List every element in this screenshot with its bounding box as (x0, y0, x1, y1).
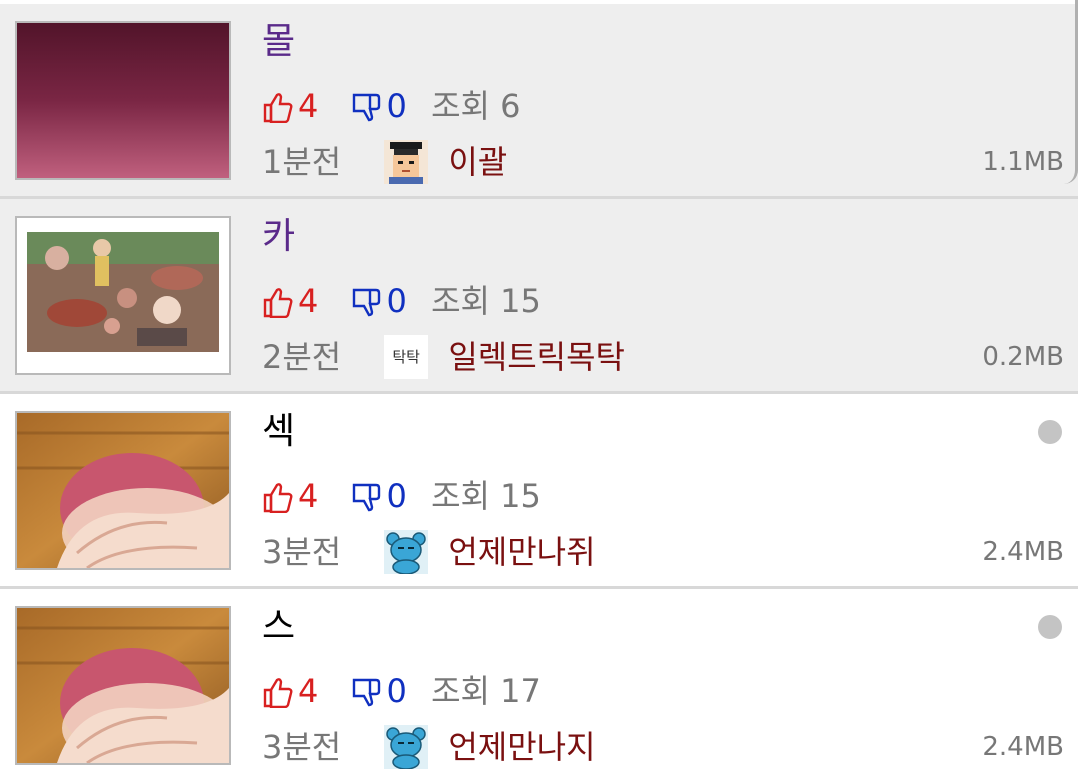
post-stats: 4 0 조회 15 (262, 277, 541, 321)
thumbs-down-icon (351, 675, 383, 707)
view-count: 조회 6 (431, 87, 521, 125)
thumbs-down-icon (351, 285, 383, 317)
post-stats: 4 0 조회 6 (262, 82, 520, 126)
author-name[interactable]: 언제만나쥐 (448, 528, 595, 576)
graduate-avatar-icon (384, 140, 429, 184)
dislike-count: 0 (386, 282, 407, 320)
list-item[interactable]: 카 4 0 조회 15 2분전 탁탁 일렉트릭목탁 0.2MB (0, 199, 1078, 391)
unread-indicator (1038, 615, 1062, 639)
post-time: 3분전 (262, 533, 342, 571)
list-item[interactable]: 스 4 0 조회 17 3분전 언제만나지 2.4MB (0, 589, 1078, 781)
list-item[interactable]: 섹 4 0 조회 15 3분전 언제만나쥐 2.4MB (0, 394, 1078, 586)
blue-bear-avatar-icon (383, 529, 430, 575)
file-size: 2.4MB (982, 537, 1064, 567)
thumbnail-image (15, 606, 231, 765)
author-name[interactable]: 언제만나지 (448, 723, 595, 771)
author-name[interactable]: 이괄 (448, 138, 507, 186)
unread-indicator (1038, 420, 1062, 444)
view-count: 조회 17 (431, 672, 541, 710)
thumbs-up-icon (262, 90, 294, 124)
post-title: 섹 (262, 411, 296, 452)
thumbs-up-icon (262, 285, 294, 319)
scrollbar-edge (1064, 0, 1078, 184)
like-count: 4 (298, 87, 319, 125)
list-item[interactable]: 몰 4 0 조회 6 1분전 이괄 1.1MB (0, 4, 1078, 196)
like-count: 4 (298, 672, 319, 710)
post-time: 1분전 (262, 143, 342, 181)
text-avatar-icon: 탁탁 (384, 335, 429, 379)
thumbs-down-icon (351, 480, 383, 512)
file-size: 0.2MB (982, 342, 1064, 372)
post-meta: 3분전 언제만나지 (262, 721, 596, 771)
like-count: 4 (298, 282, 319, 320)
post-list: 몰 4 0 조회 6 1분전 이괄 1.1MB 카 4 0 조회 15 2분전 … (0, 0, 1078, 781)
post-title: 몰 (262, 21, 296, 62)
dislike-count: 0 (386, 87, 407, 125)
thumbs-up-icon (262, 675, 294, 709)
post-meta: 2분전 탁탁 일렉트릭목탁 (262, 331, 625, 379)
author-name[interactable]: 일렉트릭목탁 (448, 333, 625, 381)
thumbnail-image (15, 411, 231, 570)
post-title: 스 (262, 606, 296, 647)
post-title: 카 (262, 216, 296, 257)
like-count: 4 (298, 477, 319, 515)
post-stats: 4 0 조회 15 (262, 472, 541, 516)
blue-bear-avatar-icon (383, 724, 430, 770)
thumbs-up-icon (262, 480, 294, 514)
view-count: 조회 15 (431, 282, 541, 320)
view-count: 조회 15 (431, 477, 541, 515)
file-size: 2.4MB (982, 732, 1064, 762)
post-time: 2분전 (262, 338, 342, 376)
post-meta: 3분전 언제만나쥐 (262, 526, 596, 576)
post-stats: 4 0 조회 17 (262, 667, 541, 711)
post-meta: 1분전 이괄 (262, 136, 507, 184)
file-size: 1.1MB (982, 147, 1064, 177)
thumbnail-image (15, 216, 231, 375)
post-time: 3분전 (262, 728, 342, 766)
dislike-count: 0 (386, 477, 407, 515)
dislike-count: 0 (386, 672, 407, 710)
thumbs-down-icon (351, 90, 383, 122)
thumbnail-image (15, 21, 231, 180)
